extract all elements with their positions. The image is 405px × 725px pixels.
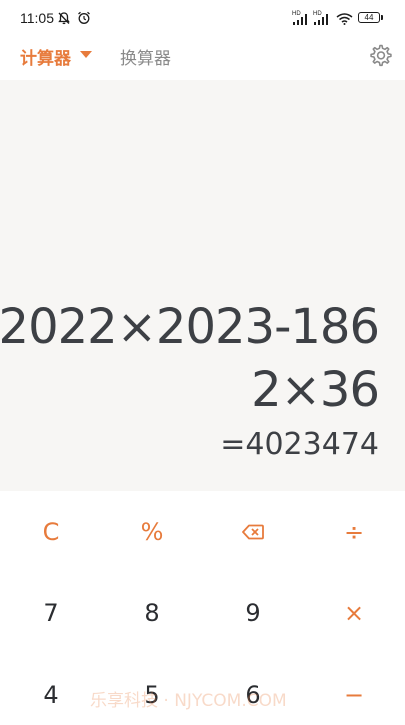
caret-down-icon[interactable] (80, 51, 92, 58)
expression-line-2: 2×36 (251, 362, 380, 418)
digit-8-button[interactable]: 8 (112, 583, 192, 643)
battery-tip (381, 15, 383, 20)
divide-button[interactable]: ÷ (314, 502, 394, 562)
minus-button[interactable]: − (314, 665, 394, 725)
watermark: 乐享科技 · NJYCOM.COM (90, 691, 287, 711)
expression-line-1: 2022×2023-186 (0, 299, 380, 355)
gear-icon[interactable] (367, 42, 393, 68)
calculator-display: 2022×2023-186 2×36 =4023474 (0, 80, 405, 491)
backspace-button[interactable] (213, 502, 293, 562)
battery-indicator: 44 (358, 12, 380, 23)
wifi-icon (336, 13, 353, 25)
digit-9-button[interactable]: 9 (213, 583, 293, 643)
status-bar: 11:05 HD HD 44 (0, 0, 405, 36)
alarm-icon (78, 11, 90, 24)
tab-converter[interactable]: 换算器 (120, 44, 171, 69)
tab-calculator[interactable]: 计算器 (20, 44, 71, 69)
signal-icon (293, 14, 307, 25)
digit-4-button[interactable]: 4 (11, 665, 91, 725)
backspace-icon (242, 524, 264, 540)
digit-7-button[interactable]: 7 (11, 583, 91, 643)
multiply-button[interactable]: × (314, 583, 394, 643)
result-display: =4023474 (220, 427, 379, 462)
status-time: 11:05 (20, 10, 54, 26)
clear-button[interactable]: C (11, 502, 91, 562)
signal-icon (314, 14, 328, 25)
notification-muted-icon (58, 12, 70, 25)
app-header: 计算器 换算器 (0, 36, 405, 80)
percent-button[interactable]: % (112, 502, 192, 562)
